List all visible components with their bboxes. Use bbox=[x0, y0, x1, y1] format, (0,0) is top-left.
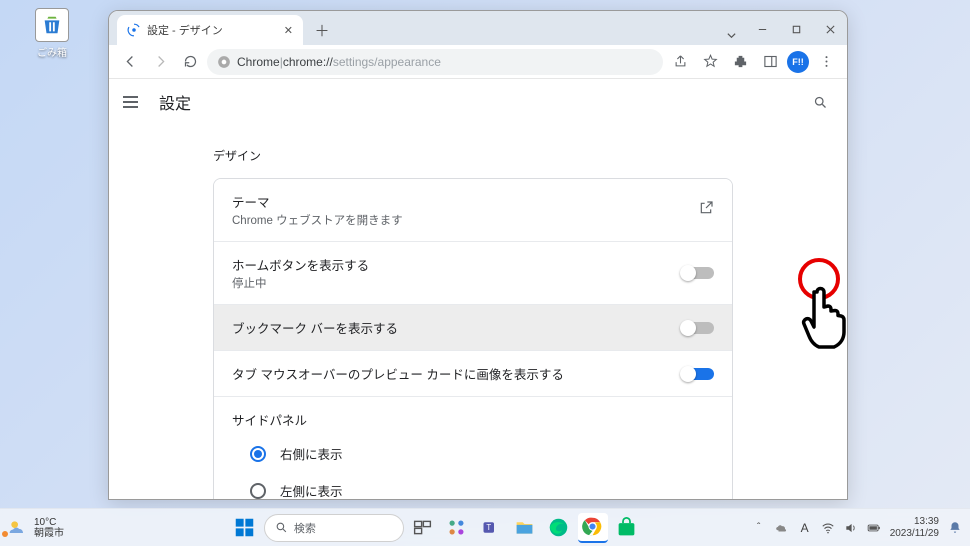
teams-icon[interactable]: T bbox=[476, 513, 506, 543]
tab-close-icon[interactable]: ✕ bbox=[284, 24, 293, 37]
battery-icon[interactable] bbox=[867, 521, 881, 535]
system-tray: ˆ A 13:39 2023/11/29 bbox=[752, 516, 970, 539]
tab-hover-toggle[interactable] bbox=[682, 368, 714, 380]
url-path: settings/appearance bbox=[333, 55, 441, 69]
settings-title: 設定 bbox=[159, 90, 191, 114]
theme-title: テーマ bbox=[232, 192, 698, 211]
tab-hover-title: タブ マウスオーバーのプレビュー カードに画像を表示する bbox=[232, 364, 682, 383]
radio-right[interactable]: 右側に表示 bbox=[232, 435, 714, 472]
window-controls bbox=[745, 17, 847, 41]
window-dropdown-icon[interactable] bbox=[717, 30, 745, 41]
url-scheme: chrome:// bbox=[283, 55, 333, 69]
weather-widget[interactable]: 10°C 朝霞市 bbox=[0, 517, 120, 539]
side-panel-radio-group: 右側に表示 左側に表示 bbox=[214, 433, 732, 499]
explorer-icon[interactable] bbox=[510, 513, 540, 543]
side-panel-button[interactable] bbox=[757, 49, 783, 75]
weather-icon bbox=[8, 518, 28, 538]
radio-right-label: 右側に表示 bbox=[280, 444, 343, 463]
svg-text:T: T bbox=[487, 523, 492, 532]
forward-button[interactable] bbox=[147, 49, 173, 75]
radio-right-input[interactable] bbox=[250, 446, 266, 462]
home-button-sub: 停止中 bbox=[232, 275, 682, 291]
settings-card: テーマ Chrome ウェブストアを開きます ホームボタンを表示する 停止中 ブ… bbox=[213, 178, 733, 499]
notification-icon[interactable] bbox=[948, 521, 962, 535]
share-button[interactable] bbox=[667, 49, 693, 75]
wifi-icon[interactable] bbox=[821, 521, 835, 535]
extensions-button[interactable] bbox=[727, 49, 753, 75]
clock-time: 13:39 bbox=[890, 516, 939, 528]
radio-left-label: 左側に表示 bbox=[280, 481, 343, 499]
row-tab-hover: タブ マウスオーバーのプレビュー カードに画像を表示する bbox=[214, 350, 732, 396]
menu-icon[interactable] bbox=[123, 91, 145, 113]
profile-badge[interactable]: F!! bbox=[787, 51, 809, 73]
settings-header: 設定 bbox=[109, 79, 847, 125]
weather-location: 朝霞市 bbox=[34, 528, 64, 539]
recycle-bin-icon bbox=[35, 8, 69, 42]
minimize-button[interactable] bbox=[745, 17, 779, 41]
volume-icon[interactable] bbox=[844, 521, 858, 535]
store-icon[interactable] bbox=[612, 513, 642, 543]
taskbar-search[interactable]: 検索 bbox=[264, 514, 404, 542]
toolbar: Chrome | chrome:// settings/appearance F… bbox=[109, 45, 847, 79]
settings-content[interactable]: デザイン テーマ Chrome ウェブストアを開きます ホームボタンを表示する … bbox=[109, 125, 847, 499]
close-button[interactable] bbox=[813, 17, 847, 41]
chrome-taskbar-icon[interactable] bbox=[578, 513, 608, 543]
recycle-bin-label: ごみ箱 bbox=[30, 44, 74, 59]
ime-indicator[interactable]: A bbox=[798, 521, 812, 535]
row-bookmark-bar: ブックマーク バーを表示する bbox=[214, 304, 732, 350]
menu-button[interactable] bbox=[813, 49, 839, 75]
browser-window: 設定 - デザイン ✕ ＋ Chrome | chrome:// setting… bbox=[108, 10, 848, 500]
bookmark-bar-title: ブックマーク バーを表示する bbox=[232, 318, 682, 337]
taskbar: 10°C 朝霞市 検索 T ˆ A 13:39 2023/11/29 bbox=[0, 508, 970, 546]
tray-chevron-icon[interactable]: ˆ bbox=[752, 521, 766, 535]
home-button-title: ホームボタンを表示する bbox=[232, 255, 682, 274]
search-icon bbox=[275, 521, 288, 534]
section-label: デザイン bbox=[213, 147, 847, 164]
clock[interactable]: 13:39 2023/11/29 bbox=[890, 516, 939, 539]
back-button[interactable] bbox=[117, 49, 143, 75]
address-bar[interactable]: Chrome | chrome:// settings/appearance bbox=[207, 49, 663, 75]
url-host: Chrome bbox=[237, 55, 280, 69]
new-tab-button[interactable]: ＋ bbox=[309, 17, 335, 43]
chrome-icon bbox=[217, 55, 231, 69]
radio-left-input[interactable] bbox=[250, 483, 266, 499]
weather-temp: 10°C bbox=[34, 517, 64, 528]
tab-title: 設定 - デザイン bbox=[147, 22, 278, 38]
edge-icon[interactable] bbox=[544, 513, 574, 543]
titlebar: 設定 - デザイン ✕ ＋ bbox=[109, 11, 847, 45]
tab-favicon-icon bbox=[127, 23, 141, 37]
row-theme[interactable]: テーマ Chrome ウェブストアを開きます bbox=[214, 179, 732, 241]
row-side-panel: サイドパネル bbox=[214, 396, 732, 433]
reload-button[interactable] bbox=[177, 49, 203, 75]
clock-date: 2023/11/29 bbox=[890, 528, 939, 540]
theme-sub: Chrome ウェブストアを開きます bbox=[232, 212, 698, 228]
side-panel-title: サイドパネル bbox=[232, 410, 714, 429]
home-button-toggle[interactable] bbox=[682, 267, 714, 279]
open-external-icon bbox=[698, 200, 714, 221]
radio-left[interactable]: 左側に表示 bbox=[232, 472, 714, 499]
onedrive-icon[interactable] bbox=[775, 521, 789, 535]
task-view-button[interactable] bbox=[408, 513, 438, 543]
bookmark-bar-toggle[interactable] bbox=[682, 322, 714, 334]
recycle-bin[interactable]: ごみ箱 bbox=[30, 8, 74, 59]
search-button[interactable] bbox=[807, 89, 833, 115]
maximize-button[interactable] bbox=[779, 17, 813, 41]
start-button[interactable] bbox=[230, 513, 260, 543]
browser-tab[interactable]: 設定 - デザイン ✕ bbox=[117, 15, 303, 45]
widgets-button[interactable] bbox=[442, 513, 472, 543]
bookmark-button[interactable] bbox=[697, 49, 723, 75]
taskbar-search-placeholder: 検索 bbox=[294, 520, 316, 536]
notification-dot-icon bbox=[2, 531, 8, 537]
row-home-button: ホームボタンを表示する 停止中 bbox=[214, 241, 732, 304]
